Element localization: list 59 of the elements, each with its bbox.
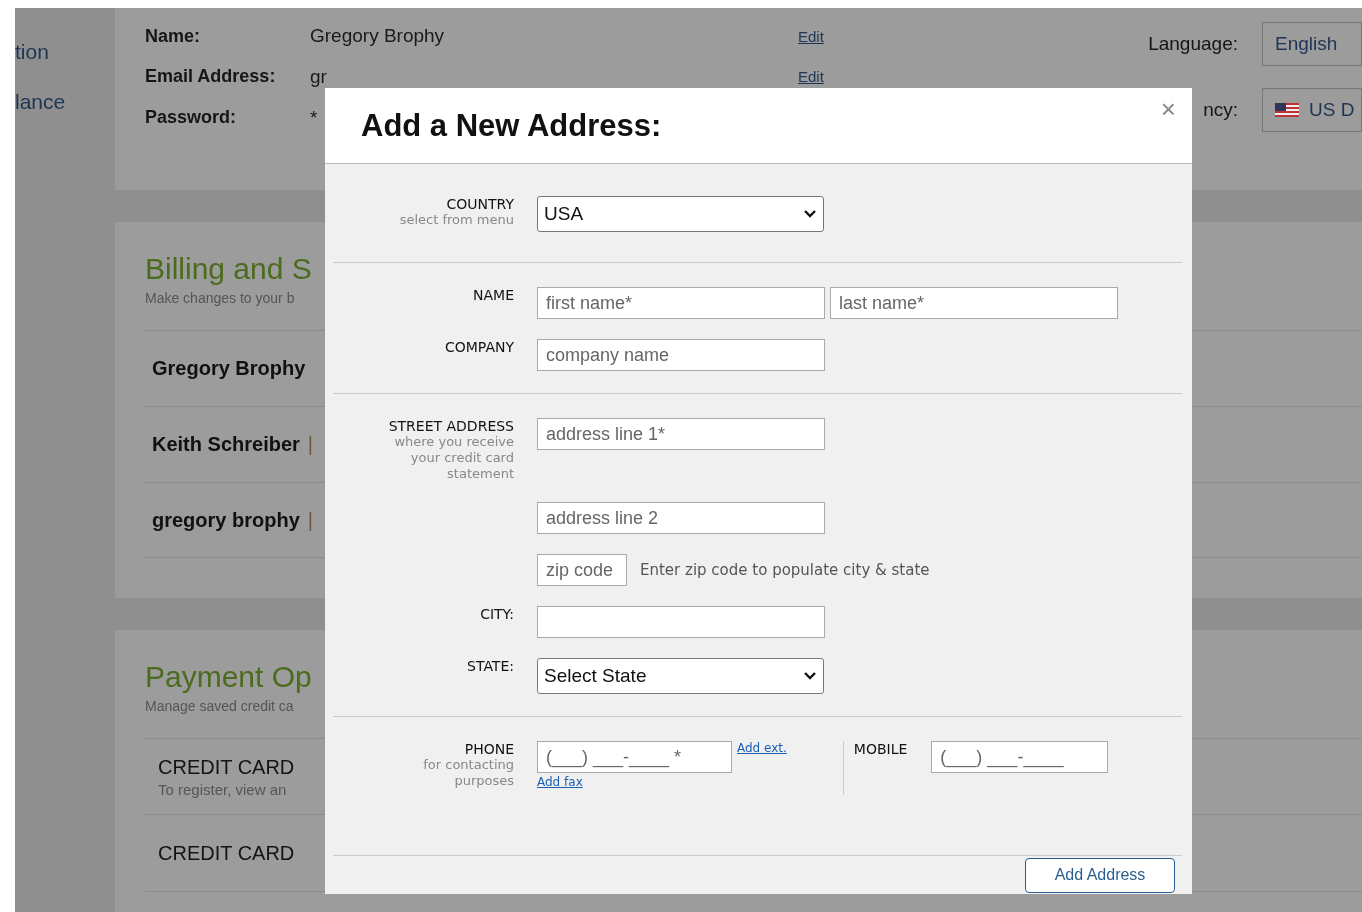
mobile-field[interactable]: (___) ___-____ xyxy=(931,741,1109,773)
flag-icon xyxy=(1275,103,1299,117)
field-label: MOBILE xyxy=(853,741,908,757)
zip-hint: Enter zip code to populate city & state xyxy=(640,561,930,579)
separator-text: | xyxy=(307,433,314,456)
close-button[interactable]: × xyxy=(1160,94,1176,125)
input-field[interactable] xyxy=(537,606,825,638)
language-label: Language: xyxy=(1148,33,1238,55)
dropdown-select[interactable]: Select State xyxy=(537,658,824,694)
edit-link[interactable]: Edit xyxy=(798,68,824,86)
input-field[interactable]: address line 1* xyxy=(537,418,825,450)
field-label: STATE: xyxy=(467,658,514,674)
field-label: COMPANY xyxy=(444,339,514,355)
field-label: Email Address: xyxy=(145,66,277,88)
input-field[interactable]: last name* xyxy=(830,287,1118,319)
separator-text: | xyxy=(307,508,313,532)
field-label: Name: xyxy=(145,25,202,47)
select-value: Select State xyxy=(544,665,647,687)
field-label: PHONE xyxy=(464,741,514,757)
card-note: To register, view an xyxy=(158,780,287,798)
select-value: USA xyxy=(544,203,584,225)
field-hint: for contacting purposes xyxy=(422,757,514,789)
field-label: COUNTRY xyxy=(446,196,514,212)
phone-field[interactable]: (___) ___-____ * xyxy=(537,741,732,773)
field-value: * xyxy=(310,106,318,129)
currency-label: ncy: xyxy=(1203,99,1238,121)
add-address-button[interactable]: Add Address xyxy=(1025,857,1175,893)
address-name: gregory brophy xyxy=(152,508,300,532)
address-name: Keith Schreiber xyxy=(152,433,300,456)
section-subtitle: Manage saved credit ca xyxy=(145,698,294,714)
input-field[interactable]: address line 2 xyxy=(537,502,825,534)
field-label: NAME xyxy=(473,287,514,303)
language-select[interactable]: English xyxy=(1262,22,1362,66)
dropdown-select[interactable]: USA xyxy=(537,196,824,232)
section-title: Billing and S xyxy=(145,252,312,286)
sidebar-link[interactable]: tion xyxy=(15,40,115,64)
currency-select[interactable]: US D xyxy=(1262,88,1362,132)
field-label: CITY: xyxy=(480,606,514,622)
add-fax-link[interactable]: Add fax xyxy=(537,775,732,789)
card-title: CREDIT CARD xyxy=(158,755,295,779)
section-title: Payment Op xyxy=(145,660,312,694)
caret-icon xyxy=(803,671,817,681)
card-title: CREDIT CARD xyxy=(158,841,295,865)
field-hint: where you receive your credit card statement xyxy=(393,434,514,482)
field-value: Gregory Brophy xyxy=(310,25,445,48)
field-label: Password: xyxy=(145,107,238,129)
field-label: STREET ADDRESS xyxy=(388,418,514,434)
add-ext-link[interactable]: Add ext. xyxy=(737,741,787,755)
sidebar-link[interactable]: lance xyxy=(15,90,115,114)
address-name: Gregory Brophy xyxy=(152,357,306,380)
input-field[interactable]: first name* xyxy=(537,287,825,319)
zip-field[interactable]: zip code xyxy=(537,554,627,586)
caret-icon xyxy=(803,209,817,219)
field-hint: select from menu xyxy=(399,212,514,228)
section-subtitle: Make changes to your b xyxy=(145,290,295,306)
input-field[interactable]: company name xyxy=(537,339,825,371)
edit-link[interactable]: Edit xyxy=(798,27,824,45)
dialog-title: Add a New Address: xyxy=(361,107,662,144)
field-value: gr xyxy=(310,66,327,88)
